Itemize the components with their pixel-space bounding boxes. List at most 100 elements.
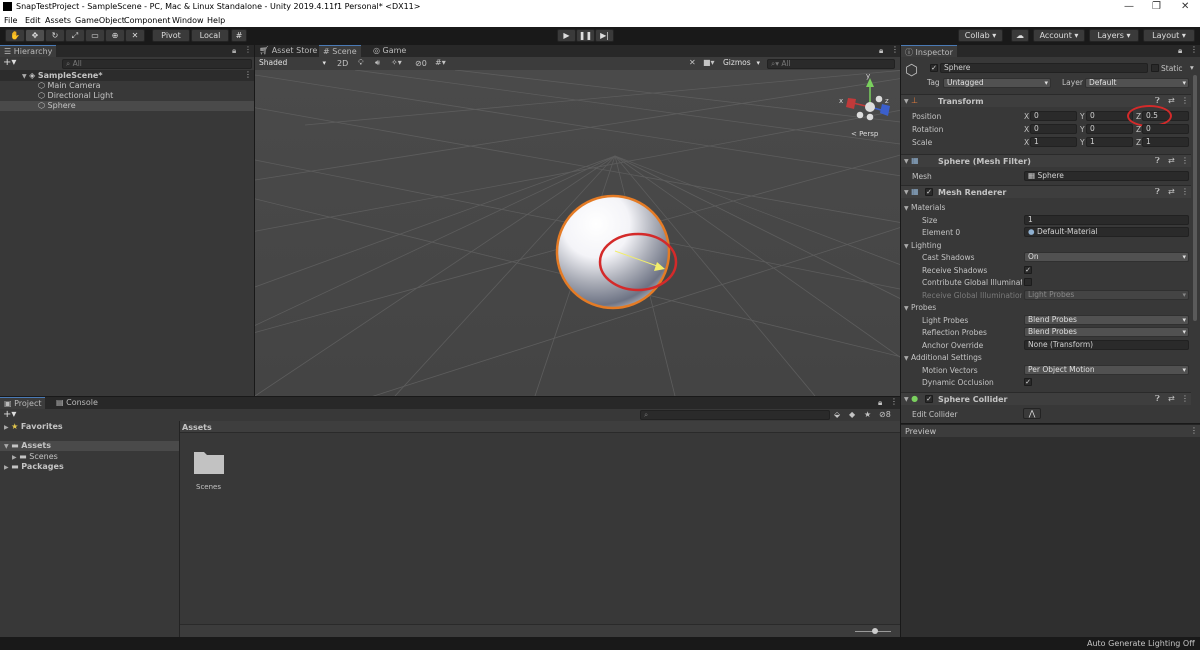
menu-edit[interactable]: Edit bbox=[25, 16, 41, 25]
gizmos-dropdown[interactable]: Gizmos bbox=[719, 58, 763, 68]
tab-project[interactable]: ▣ Project bbox=[0, 397, 46, 409]
inspector-scrollbar[interactable] bbox=[1193, 75, 1197, 321]
projection-label[interactable]: < Persp bbox=[851, 130, 879, 138]
panel-menu-icon[interactable]: ⋮ bbox=[1190, 45, 1198, 54]
mesh-renderer-enabled-checkbox[interactable]: ✓ bbox=[925, 188, 933, 196]
edit-collider-button[interactable]: ⋀ bbox=[1023, 408, 1041, 419]
receive-shadows-checkbox[interactable]: ✓ bbox=[1024, 266, 1032, 274]
project-create-button[interactable]: +▾ bbox=[3, 409, 16, 420]
effects-icon[interactable]: ✧▾ bbox=[391, 58, 402, 67]
presets-icon[interactable]: ⇄ bbox=[1168, 394, 1175, 403]
favorite-star-icon[interactable]: ★ bbox=[864, 410, 871, 419]
scale-tool-icon[interactable]: ⤢ bbox=[65, 29, 85, 42]
account-dropdown[interactable]: Account ▾ bbox=[1033, 29, 1085, 42]
layout-dropdown[interactable]: Layout ▾ bbox=[1143, 29, 1195, 42]
position-x-field[interactable]: 0 bbox=[1030, 111, 1077, 121]
menu-assets[interactable]: Assets bbox=[45, 16, 71, 25]
component-menu-icon[interactable]: ⋮ bbox=[1181, 394, 1189, 403]
lock-icon[interactable]: 🔒︎ bbox=[879, 46, 883, 56]
move-tool-icon[interactable]: ✥ bbox=[25, 29, 45, 42]
anchor-override-field[interactable]: None (Transform) bbox=[1024, 340, 1189, 350]
tab-hierarchy[interactable]: ☰ Hierarchy bbox=[0, 45, 57, 57]
hidden-packages-toggle[interactable]: ⊘8 bbox=[879, 410, 891, 419]
scene-search-input[interactable]: ⌕▾ All bbox=[767, 59, 895, 69]
splitter[interactable] bbox=[179, 421, 180, 637]
menu-window[interactable]: Window bbox=[172, 16, 204, 25]
hidden-objects-toggle[interactable]: ⊘0 bbox=[415, 59, 427, 68]
tab-console[interactable]: ▤ Console bbox=[52, 397, 102, 409]
materials-foldout[interactable]: ▼ Materials bbox=[904, 203, 945, 212]
panel-menu-icon[interactable]: ⋮ bbox=[890, 397, 898, 406]
help-icon[interactable]: ❓︎ bbox=[1155, 187, 1160, 197]
lock-icon[interactable]: 🔒︎ bbox=[232, 46, 236, 56]
tab-inspector[interactable]: ⓘ Inspector bbox=[901, 45, 957, 57]
materials-size-field[interactable]: 1 bbox=[1024, 215, 1189, 225]
collab-button[interactable]: Collab ▾ bbox=[958, 29, 1003, 42]
help-icon[interactable]: ❓︎ bbox=[1155, 156, 1160, 166]
tab-scene[interactable]: # Scene bbox=[319, 45, 361, 57]
contribute-gi-checkbox[interactable] bbox=[1024, 278, 1032, 286]
project-search-input[interactable]: ⌕ bbox=[640, 410, 830, 420]
component-menu-icon[interactable]: ⋮ bbox=[1181, 96, 1189, 105]
camera-icon[interactable]: ■▾ bbox=[703, 58, 715, 67]
hierarchy-search-input[interactable]: ⌕ All bbox=[62, 59, 252, 69]
mesh-renderer-header[interactable]: ▼ ▦ ✓ Mesh Renderer ❓︎ ⇄ ⋮ bbox=[901, 185, 1191, 198]
mesh-field[interactable]: ▦ Sphere bbox=[1024, 171, 1189, 181]
rect-tool-icon[interactable]: ▭ bbox=[85, 29, 105, 42]
layers-dropdown[interactable]: Layers ▾ bbox=[1089, 29, 1139, 42]
slider-handle[interactable] bbox=[872, 628, 878, 634]
lock-icon[interactable]: 🔒︎ bbox=[1178, 46, 1182, 56]
play-button[interactable]: ▶ bbox=[557, 29, 576, 42]
hand-tool-icon[interactable]: ✋ bbox=[5, 29, 25, 42]
packages-row[interactable]: ▶ ▬ Packages bbox=[4, 462, 64, 471]
lock-icon[interactable]: 🔒︎ bbox=[878, 398, 882, 408]
local-button[interactable]: Local bbox=[191, 29, 229, 42]
sphere-collider-enabled-checkbox[interactable]: ✓ bbox=[925, 395, 933, 403]
rotate-tool-icon[interactable]: ↻ bbox=[45, 29, 65, 42]
hierarchy-item-sphere[interactable]: ⬡ Sphere bbox=[0, 101, 254, 111]
grid-toggle-icon[interactable]: #▾ bbox=[435, 58, 446, 67]
layer-dropdown[interactable]: Default bbox=[1085, 78, 1189, 88]
hierarchy-item-main-camera[interactable]: ⬡ Main Camera bbox=[0, 81, 254, 91]
panel-menu-icon[interactable]: ⋮ bbox=[244, 45, 252, 54]
audio-toggle-icon[interactable]: 🔊︎ bbox=[375, 58, 380, 68]
sphere-collider-header[interactable]: ▼ ● ✓ Sphere Collider ❓︎ ⇄ ⋮ bbox=[901, 392, 1191, 405]
search-by-label-icon[interactable]: ◆ bbox=[849, 410, 855, 419]
scene-row[interactable]: ▼ ◈ SampleScene* ⋮ bbox=[0, 70, 254, 81]
favorites-row[interactable]: ▶ ★ Favorites bbox=[4, 422, 63, 431]
scene-menu-icon[interactable]: ⋮ bbox=[244, 70, 252, 79]
presets-icon[interactable]: ⇄ bbox=[1168, 96, 1175, 105]
static-dropdown-icon[interactable]: ▾ bbox=[1190, 63, 1194, 72]
object-name-field[interactable]: Sphere bbox=[940, 63, 1148, 73]
component-menu-icon[interactable]: ⋮ bbox=[1181, 187, 1189, 196]
hierarchy-item-directional-light[interactable]: ⬡ Directional Light bbox=[0, 91, 254, 101]
scenes-tree-row[interactable]: ▶ ▬ Scenes bbox=[12, 452, 58, 461]
scenes-folder-label[interactable]: Scenes bbox=[196, 483, 221, 491]
lighting-foldout[interactable]: ▼ Lighting bbox=[904, 241, 941, 250]
scene-viewport[interactable]: y x z < Persp bbox=[255, 70, 900, 396]
tab-game[interactable]: ◎ Game bbox=[369, 45, 410, 57]
additional-settings-foldout[interactable]: ▼ Additional Settings bbox=[904, 353, 982, 362]
panel-menu-icon[interactable]: ⋮ bbox=[891, 45, 899, 54]
tab-asset-store[interactable]: 🛒︎ Asset Store bbox=[255, 45, 321, 57]
menu-help[interactable]: Help bbox=[207, 16, 225, 25]
mesh-filter-header[interactable]: ▼ ▦ Sphere (Mesh Filter) ❓︎ ⇄ ⋮ bbox=[901, 154, 1191, 167]
rotation-x-field[interactable]: 0 bbox=[1030, 124, 1077, 134]
element0-field[interactable]: ● Default-Material bbox=[1024, 227, 1189, 237]
minimize-icon[interactable]: — bbox=[1124, 1, 1134, 12]
dynamic-occlusion-checkbox[interactable]: ✓ bbox=[1024, 378, 1032, 386]
pivot-button[interactable]: Pivot bbox=[152, 29, 190, 42]
assets-row[interactable]: ▼ ▬ Assets bbox=[0, 441, 179, 451]
tag-dropdown[interactable]: Untagged bbox=[943, 78, 1051, 88]
sphere-object[interactable] bbox=[555, 194, 671, 310]
scenes-folder-icon[interactable] bbox=[193, 449, 225, 475]
scale-x-field[interactable]: 1 bbox=[1030, 137, 1077, 147]
component-menu-icon[interactable]: ⋮ bbox=[1181, 156, 1189, 165]
mode-2d-button[interactable]: 2D bbox=[337, 59, 348, 68]
motion-vectors-dropdown[interactable]: Per Object Motion bbox=[1024, 365, 1189, 375]
grid-snap-icon[interactable]: # bbox=[231, 29, 247, 42]
rotation-z-field[interactable]: 0 bbox=[1142, 124, 1189, 134]
menu-file[interactable]: File bbox=[4, 16, 17, 25]
scale-z-field[interactable]: 1 bbox=[1142, 137, 1189, 147]
create-button[interactable]: +▾ bbox=[3, 57, 16, 68]
